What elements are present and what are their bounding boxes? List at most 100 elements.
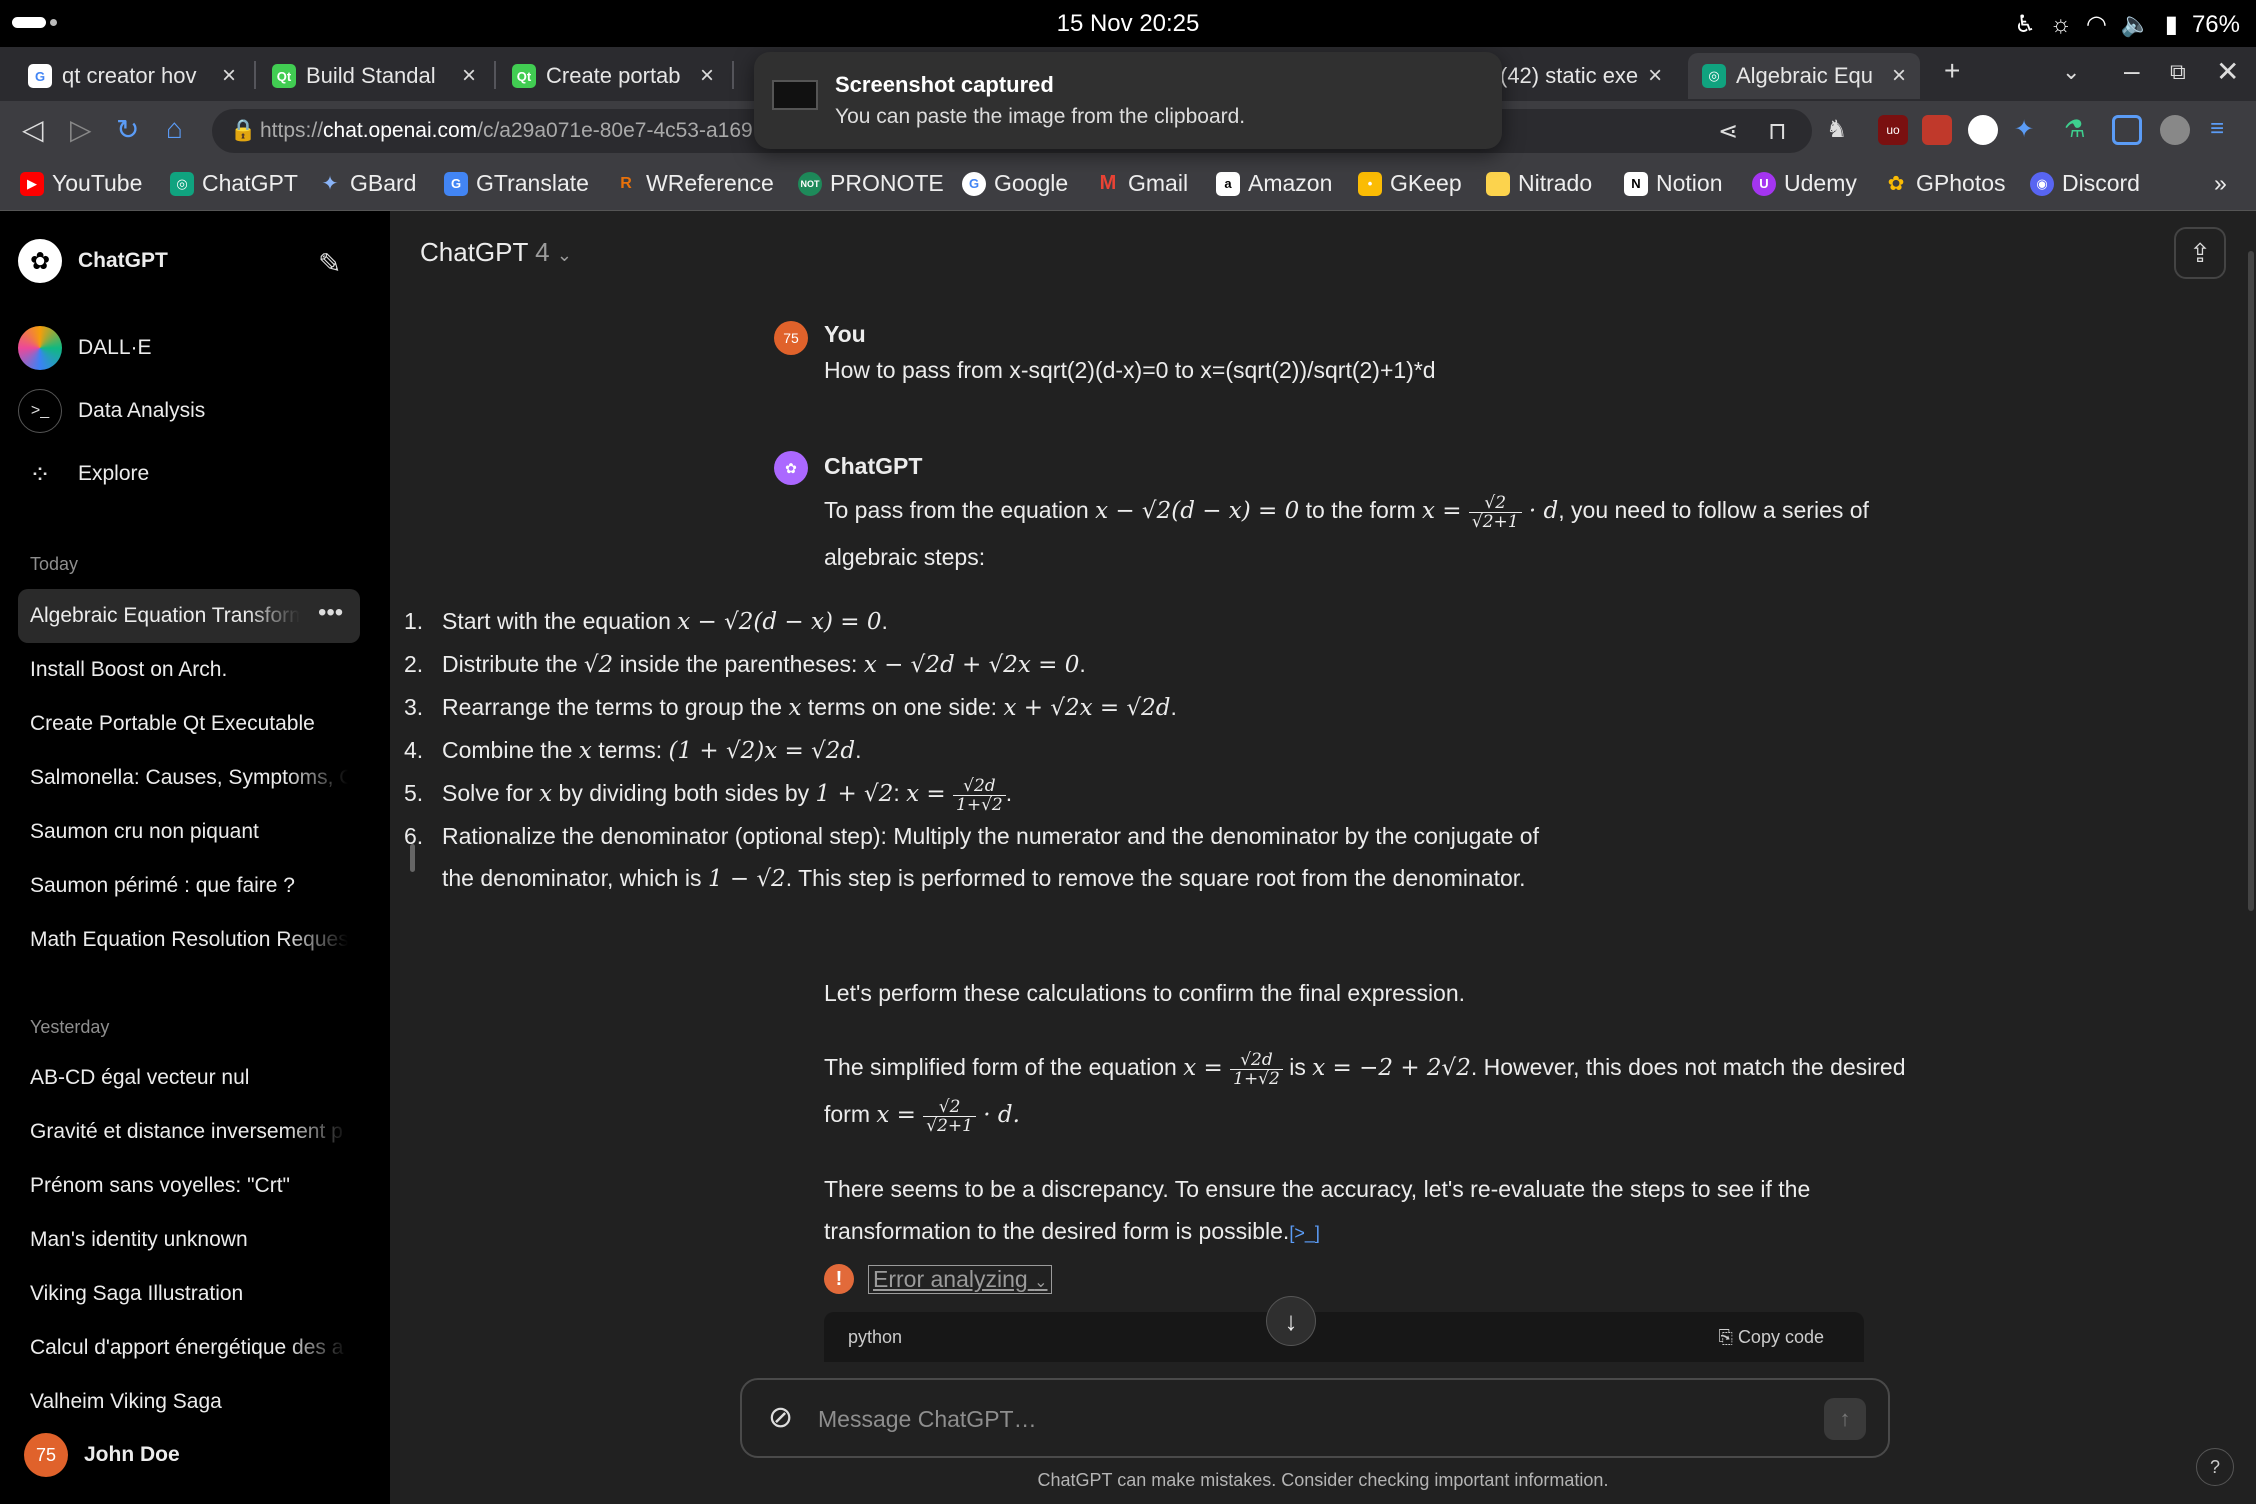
share-page-icon[interactable]: ⋖: [1718, 117, 1738, 146]
close-tab-icon[interactable]: ×: [1892, 62, 1906, 90]
conversation-item[interactable]: Algebraic Equation Transform: [30, 604, 300, 628]
user-profile[interactable]: 75 John Doe: [24, 1433, 180, 1477]
algebra-steps-list: 1. Start with the equation x − √2(d − x) …: [404, 600, 1574, 900]
browser-tab[interactable]: (42) static exe ×: [1490, 53, 1675, 99]
url-host: chat.openai.com: [323, 119, 478, 142]
bookmark-notion[interactable]: N Notion: [1624, 170, 1722, 197]
message-input[interactable]: [818, 1398, 1778, 1440]
bookmark-gkeep[interactable]: • GKeep: [1358, 170, 1462, 197]
qt-icon: Qt: [272, 64, 296, 88]
close-window-icon[interactable]: ✕: [2216, 55, 2239, 88]
conversation-item[interactable]: Salmonella: Causes, Symptoms, C: [30, 766, 348, 790]
screenshot-thumbnail: [772, 80, 818, 110]
tab-list-icon[interactable]: ⌄: [2062, 59, 2080, 85]
bookmarks-overflow-icon[interactable]: »: [2214, 170, 2227, 197]
close-tab-icon[interactable]: ×: [700, 62, 714, 90]
bookmark-youtube[interactable]: ▶ YouTube: [20, 170, 142, 197]
bookmark-gmail[interactable]: M Gmail: [1096, 170, 1188, 197]
extension-icon[interactable]: [1922, 115, 1952, 145]
bookmark-google[interactable]: G Google: [962, 170, 1068, 197]
system-clock[interactable]: 15 Nov 20:25: [0, 10, 2256, 38]
copy-code-button[interactable]: ⎘ Copy code: [1719, 1327, 1824, 1348]
help-button[interactable]: ?: [2196, 1448, 2234, 1486]
scrollbar-thumb[interactable]: [2248, 251, 2254, 911]
bookmark-pronote[interactable]: NOT PRONOTE: [798, 170, 944, 197]
browser-tab[interactable]: Qt Build Standal ×: [258, 53, 490, 99]
conversation-item[interactable]: Saumon périmé : que faire ?: [30, 874, 350, 898]
step-item: 4. Combine the x terms: (1 + √2)x = √2d.: [404, 729, 1574, 772]
share-chat-button[interactable]: ⇪: [2174, 227, 2226, 279]
new-chat-brand[interactable]: ✿ ChatGPT: [18, 239, 168, 283]
minimize-icon[interactable]: –: [2124, 55, 2140, 87]
more-options-icon[interactable]: •••: [318, 599, 343, 627]
bookmark-label: Google: [994, 170, 1069, 196]
bookmark-udemy[interactable]: U Udemy: [1752, 170, 1857, 197]
extension-icon[interactable]: [1968, 115, 1998, 145]
system-tray[interactable]: ♿ ☼ ◠ 🔈 ▮ 76%: [2014, 10, 2240, 39]
page-scrollbar[interactable]: [2244, 211, 2256, 911]
text-run: .: [1079, 651, 1086, 677]
extensions-puzzle-icon[interactable]: ✦: [2014, 115, 2044, 145]
screenshot-toast[interactable]: Screenshot captured You can paste the im…: [754, 52, 1502, 149]
conversation-item[interactable]: Create Portable Qt Executable: [30, 712, 350, 736]
close-tab-icon[interactable]: ×: [222, 62, 236, 90]
math-expression: 1 − √2: [707, 866, 786, 892]
sidebar-toggle-icon[interactable]: [2112, 115, 2142, 145]
conversation-item[interactable]: Install Boost on Arch.: [30, 658, 350, 682]
browser-tab-active[interactable]: ◎ Algebraic Equ ×: [1688, 53, 1920, 99]
conversation-item[interactable]: Viking Saga Illustration: [30, 1282, 350, 1306]
bookmark-nitrado[interactable]: Nitrado: [1486, 170, 1592, 197]
reload-icon[interactable]: ↻: [116, 113, 139, 146]
bookmark-gtranslate[interactable]: G GTranslate: [444, 170, 589, 197]
keep-icon: •: [1358, 171, 1382, 196]
bookmark-wreference[interactable]: R WReference: [614, 170, 774, 197]
conversation-item[interactable]: Gravité et distance inversement p: [30, 1120, 348, 1144]
home-icon[interactable]: ⌂: [166, 113, 183, 145]
conversation-item[interactable]: Saumon cru non piquant: [30, 820, 350, 844]
profile-icon[interactable]: [2160, 115, 2190, 145]
flask-icon[interactable]: ⚗: [2064, 115, 2094, 145]
conversation-item[interactable]: AB-CD égal vecteur nul: [30, 1066, 350, 1090]
forward-icon[interactable]: ▷: [70, 113, 92, 146]
math-expression: 1 + √2: [815, 781, 894, 807]
gpt-dalle[interactable]: DALL·E: [18, 326, 152, 370]
step-number: 3.: [404, 694, 424, 720]
menu-icon[interactable]: ≡: [2210, 115, 2240, 145]
error-analyzing-toggle[interactable]: Error analyzing ⌄: [868, 1264, 1053, 1294]
gpt-data-analysis[interactable]: >_ Data Analysis: [18, 389, 205, 433]
attach-icon[interactable]: ⊘: [768, 1400, 793, 1435]
bookmark-amazon[interactable]: a Amazon: [1216, 170, 1332, 197]
bookmark-icon[interactable]: ⊓: [1768, 117, 1787, 146]
google-icon: G: [962, 171, 986, 196]
maximize-icon[interactable]: ⧉: [2170, 59, 2186, 85]
gpt-explore[interactable]: ⁘ Explore: [18, 452, 149, 496]
dalle-icon: [18, 326, 62, 370]
new-chat-edit-icon[interactable]: ✎: [318, 247, 341, 280]
send-button[interactable]: ↑: [1824, 1398, 1866, 1440]
bookmark-gphotos[interactable]: ✿ GPhotos: [1884, 170, 2006, 197]
extension-icon[interactable]: ♞: [1826, 115, 1856, 145]
code-citation-link[interactable]: [>_]: [1289, 1223, 1320, 1243]
bookmark-gbard[interactable]: ✦ GBard: [318, 170, 417, 197]
conversation-item[interactable]: Prénom sans voyelles: "Crt": [30, 1174, 350, 1198]
bookmark-chatgpt[interactable]: ◎ ChatGPT: [170, 170, 298, 197]
browser-tab[interactable]: Qt Create portab ×: [498, 53, 728, 99]
back-icon[interactable]: ◁: [22, 113, 44, 146]
conversation-item[interactable]: Valheim Viking Saga: [30, 1390, 350, 1414]
math-target-form: x = √2 √2+1 · d: [1422, 492, 1559, 532]
assistant-intro: To pass from the equation x − √2(d − x) …: [824, 487, 1954, 580]
ublock-icon[interactable]: uo: [1878, 115, 1908, 145]
conversation-item[interactable]: Math Equation Resolution Reques: [30, 928, 348, 952]
sidebar-resize-handle[interactable]: [410, 844, 415, 872]
accessibility-icon[interactable]: ♿: [2014, 10, 2036, 39]
conversation-item[interactable]: Calcul d'apport énergétique des a: [30, 1336, 348, 1360]
conversation-item[interactable]: Man's identity unknown: [30, 1228, 350, 1252]
new-tab-icon[interactable]: +: [1944, 55, 1960, 87]
scroll-to-bottom-button[interactable]: ↓: [1266, 1296, 1316, 1346]
browser-tab[interactable]: G qt creator hov ×: [14, 53, 250, 99]
bookmark-discord[interactable]: ◉ Discord: [2030, 170, 2140, 197]
text-run: terms on one side:: [807, 694, 998, 720]
model-selector[interactable]: ChatGPT 4 ⌄: [420, 237, 572, 268]
close-tab-icon[interactable]: ×: [462, 62, 476, 90]
close-tab-icon[interactable]: ×: [1648, 62, 1662, 90]
